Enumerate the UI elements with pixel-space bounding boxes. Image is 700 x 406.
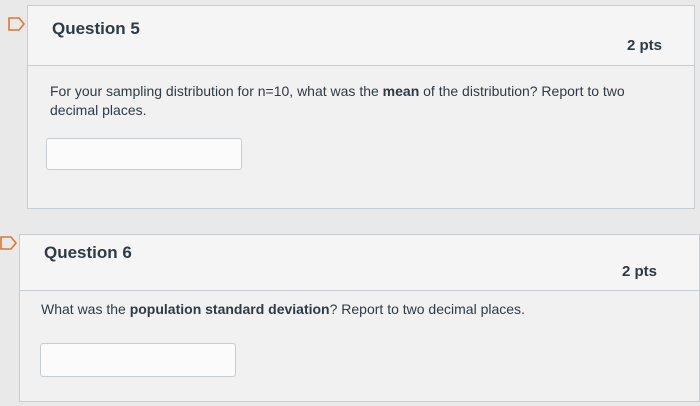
flag-question-icon[interactable] (8, 17, 26, 31)
question-6-text-part1: What was the (41, 301, 130, 317)
question-5-answer-input[interactable] (46, 138, 242, 170)
question-6-header: Question 6 2 pts (20, 235, 699, 291)
flag-question-icon[interactable] (0, 236, 18, 250)
question-6-card: Question 6 2 pts What was the population… (19, 234, 700, 402)
question-5-text-bold: mean (382, 83, 420, 99)
question-5-text-part1: For your sampling distribution for n=10,… (50, 83, 383, 99)
question-6-title: Question 6 (44, 243, 132, 262)
question-6-answer-input[interactable] (40, 343, 236, 377)
question-6-text: What was the population standard deviati… (41, 300, 641, 319)
question-6-points: 2 pts (621, 263, 657, 280)
question-5-points: 2 pts (626, 37, 662, 54)
question-5-text: For your sampling distribution for n=10,… (50, 82, 635, 120)
question-5-title: Question 5 (52, 19, 140, 38)
question-6-text-bold: population standard deviation (129, 301, 330, 317)
question-5-card: Question 5 2 pts For your sampling distr… (27, 5, 695, 209)
question-6-text-part2: ? Report to two decimal places. (329, 301, 525, 317)
question-5-header: Question 5 2 pts (28, 6, 694, 66)
